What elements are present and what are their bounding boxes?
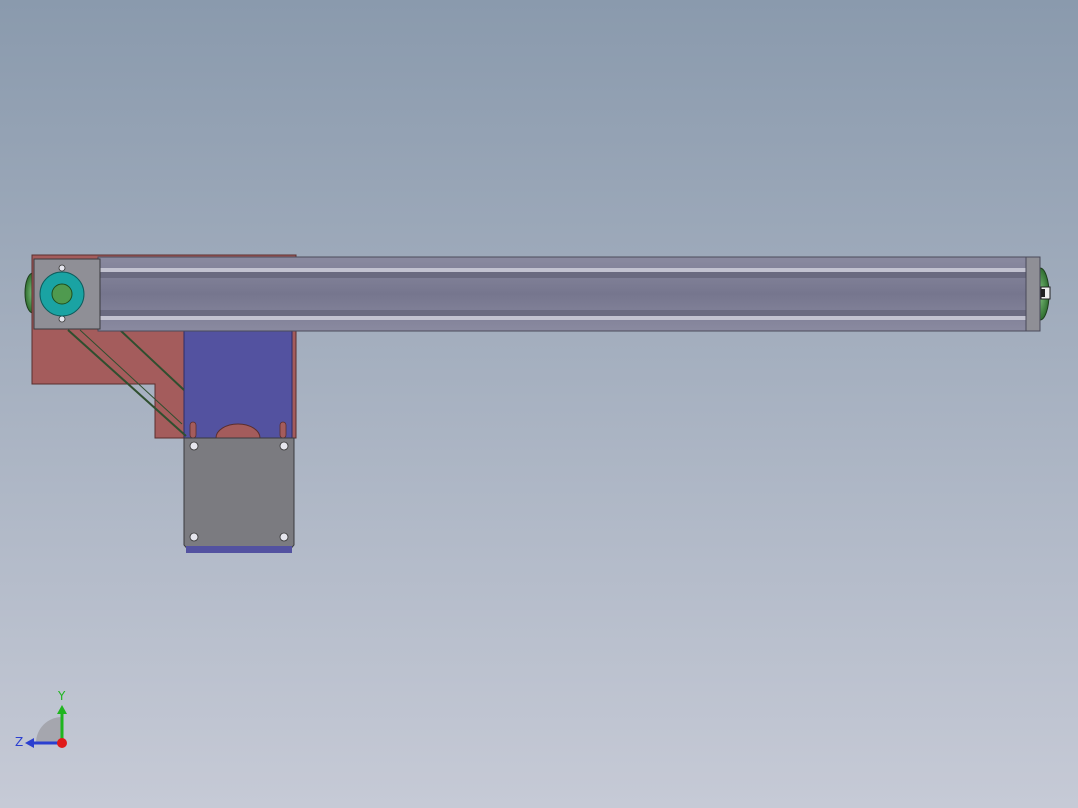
motor-mount-slot-left xyxy=(189,421,197,439)
rail-end-cap-right[interactable] xyxy=(1025,256,1041,332)
cad-viewport[interactable]: Y Z xyxy=(0,0,1078,808)
end-cap-connector-pin xyxy=(1041,289,1045,297)
end-plate-screw-top xyxy=(58,264,66,272)
rail-groove-bottom-highlight xyxy=(98,316,1028,320)
cad-model-view[interactable]: Y Z xyxy=(0,0,1078,808)
rail-groove-top-shadow xyxy=(98,272,1028,278)
motor-screw-br xyxy=(279,532,289,542)
end-plate-screw-bottom xyxy=(58,315,66,323)
triad-y-label: Y xyxy=(57,689,66,703)
motor-screw-tr xyxy=(279,441,289,451)
stepper-motor[interactable] xyxy=(183,437,295,553)
stepper-motor-base xyxy=(186,546,292,553)
rail-groove-bottom xyxy=(98,310,1028,316)
motor-mount-plate[interactable] xyxy=(183,329,293,439)
motor-screw-tl xyxy=(189,441,199,451)
bearing-inner xyxy=(51,283,73,305)
rail-groove-top xyxy=(98,268,1028,272)
triad-z-label: Z xyxy=(15,735,23,749)
motor-mount-slot-right xyxy=(279,421,287,439)
motor-screw-bl xyxy=(189,532,199,542)
triad-origin xyxy=(57,738,67,748)
